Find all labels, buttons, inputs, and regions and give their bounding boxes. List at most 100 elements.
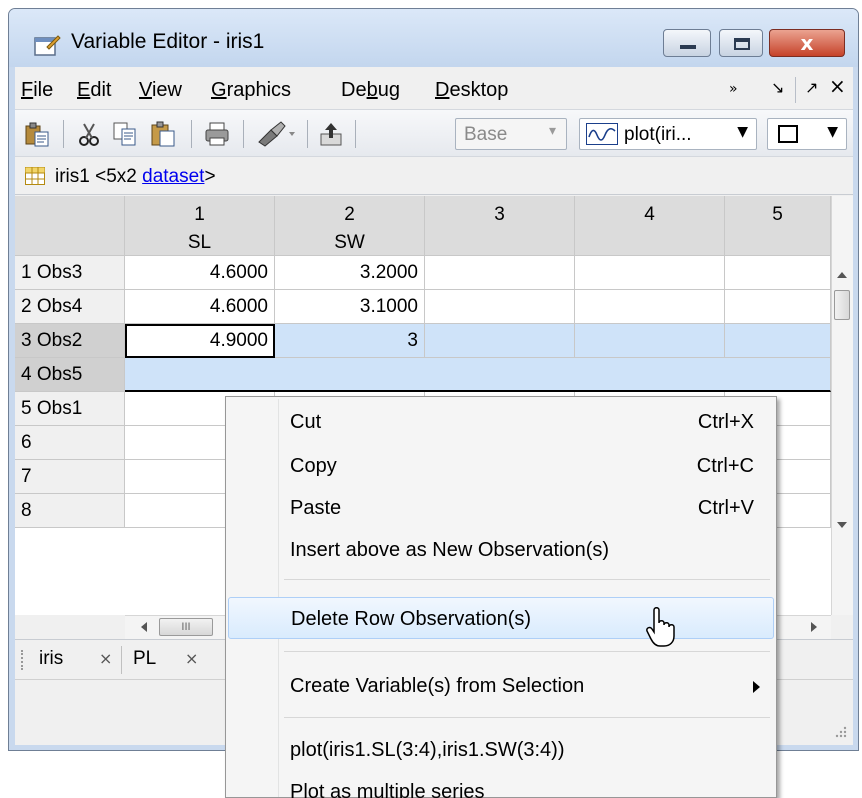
scrollbar-thumb[interactable]: [834, 290, 850, 320]
selected-row[interactable]: [125, 358, 831, 392]
cut-icon[interactable]: [75, 120, 103, 148]
close-button[interactable]: x: [769, 29, 845, 57]
scroll-right-icon[interactable]: [811, 622, 817, 632]
resize-grip-icon[interactable]: [833, 724, 847, 738]
title-bar[interactable]: Variable Editor - iris1 x: [9, 9, 858, 67]
table-cell[interactable]: 3.2000: [275, 256, 425, 290]
table-cell[interactable]: [725, 256, 831, 290]
menu-item-label: Copy: [290, 455, 337, 477]
menu-item-cut[interactable]: Cut Ctrl+X: [228, 403, 774, 441]
table-cell-focused[interactable]: 4.9000: [125, 324, 275, 358]
maximize-button[interactable]: [719, 29, 763, 57]
table-cell[interactable]: [725, 290, 831, 324]
scroll-left-icon[interactable]: [141, 622, 147, 632]
tab-pl[interactable]: PL: [133, 648, 156, 670]
dock-maximize-button[interactable]: ↗: [805, 78, 818, 97]
menu-item-delete-row[interactable]: Delete Row Observation(s): [228, 597, 774, 639]
menu-mnemonic: b: [366, 79, 378, 101]
vertical-scrollbar[interactable]: [831, 196, 853, 615]
menu-debug[interactable]: Debug: [341, 79, 400, 102]
menu-graphics[interactable]: Graphics: [211, 79, 291, 102]
menu-item-insert-above[interactable]: Insert above as New Observation(s): [228, 531, 774, 569]
row-header[interactable]: 1 Obs3: [15, 256, 125, 290]
chevron-down-icon: ▼: [737, 124, 748, 140]
menu-mnemonic: F: [21, 79, 34, 101]
column-header-5[interactable]: 5: [725, 196, 831, 256]
table-cell[interactable]: 3.1000: [275, 290, 425, 324]
table-cell[interactable]: [725, 324, 831, 358]
menu-separator: [795, 77, 796, 103]
row-header[interactable]: 6: [15, 426, 125, 460]
row-header[interactable]: 2 Obs4: [15, 290, 125, 324]
dataset-info-bar: iris1 <5x2 dataset>: [15, 157, 853, 195]
table-cell[interactable]: [575, 290, 725, 324]
tab-close-icon[interactable]: ×: [99, 649, 112, 668]
table-cell[interactable]: 4.6000: [125, 256, 275, 290]
menu-label: De: [341, 79, 367, 101]
maximize-icon: [734, 38, 750, 50]
document-edit-icon: [34, 35, 61, 56]
minimize-button[interactable]: [663, 29, 711, 57]
row-header[interactable]: 3 Obs2: [15, 324, 125, 358]
toolbar-separator: [191, 120, 192, 148]
base-dropdown-value: Base: [464, 124, 508, 145]
print-icon[interactable]: [203, 120, 231, 148]
table-cell[interactable]: [425, 290, 575, 324]
shape-dropdown[interactable]: ▼: [767, 118, 847, 150]
menu-label: dit: [90, 79, 112, 101]
paste-icon[interactable]: [23, 120, 51, 148]
menu-item-create-variable[interactable]: Create Variable(s) from Selection: [228, 667, 774, 705]
table-cell[interactable]: 4.6000: [125, 290, 275, 324]
toolbar-separator: [243, 120, 244, 148]
scrollbar-thumb[interactable]: III: [159, 618, 213, 636]
column-header-4[interactable]: 4: [575, 196, 725, 256]
menu-file[interactable]: File: [21, 79, 53, 102]
column-number: 5: [772, 204, 783, 225]
column-name: SL: [187, 232, 212, 253]
menu-edit[interactable]: Edit: [77, 79, 111, 102]
table-cell[interactable]: [575, 256, 725, 290]
dataset-label: iris1 <5x2 dataset>: [55, 166, 216, 188]
menu-item-plot[interactable]: plot(iris1.SL(3:4),iris1.SW(3:4)): [228, 731, 774, 769]
table-cell[interactable]: 3: [275, 324, 425, 358]
undock-button[interactable]: ↘: [771, 78, 784, 97]
table-cell[interactable]: [425, 324, 575, 358]
menu-item-shortcut: Ctrl+C: [696, 455, 754, 477]
menu-item-copy[interactable]: Copy Ctrl+C: [228, 447, 774, 485]
plot-dropdown[interactable]: plot(iri... ▼: [579, 118, 757, 150]
clipboard-icon[interactable]: [149, 120, 177, 148]
chevron-down-icon: ▾: [548, 123, 556, 139]
plot-line-icon: [586, 123, 618, 145]
row-header[interactable]: 4 Obs5: [15, 358, 125, 392]
row-header[interactable]: 8: [15, 494, 125, 528]
menu-desktop[interactable]: Desktop: [435, 79, 508, 102]
menu-mnemonic: V: [139, 79, 152, 101]
column-header-1[interactable]: 1 SL: [125, 196, 275, 256]
menu-view[interactable]: View: [139, 79, 182, 102]
menu-overflow-button[interactable]: »: [729, 81, 738, 97]
table-cell[interactable]: [575, 324, 725, 358]
menu-item-paste[interactable]: Paste Ctrl+V: [228, 489, 774, 527]
tab-iris[interactable]: iris: [39, 648, 63, 670]
column-number: 1: [194, 204, 205, 225]
table-cell[interactable]: [425, 256, 575, 290]
tab-close-icon[interactable]: ×: [185, 649, 198, 668]
copy-icon[interactable]: [111, 120, 139, 148]
minimize-icon: [680, 45, 696, 49]
scroll-up-icon[interactable]: [837, 272, 847, 278]
row-header[interactable]: 7: [15, 460, 125, 494]
brush-icon[interactable]: [255, 120, 299, 148]
close-icon: x: [800, 31, 814, 55]
upload-icon[interactable]: [317, 120, 345, 148]
column-header-2[interactable]: 2 SW: [275, 196, 425, 256]
column-header-3[interactable]: 3: [425, 196, 575, 256]
base-dropdown[interactable]: Base ▾: [455, 118, 567, 150]
scroll-down-icon[interactable]: [837, 522, 847, 528]
window-title: Variable Editor - iris1: [71, 30, 265, 53]
menu-item-plot-multiple[interactable]: Plot as multiple series: [228, 773, 774, 798]
toolbar-separator: [307, 120, 308, 148]
dataset-type-link[interactable]: dataset: [142, 166, 204, 187]
row-header[interactable]: 5 Obs1: [15, 392, 125, 426]
column-number: 3: [494, 204, 505, 225]
menu-close-button[interactable]: ×: [829, 74, 846, 98]
